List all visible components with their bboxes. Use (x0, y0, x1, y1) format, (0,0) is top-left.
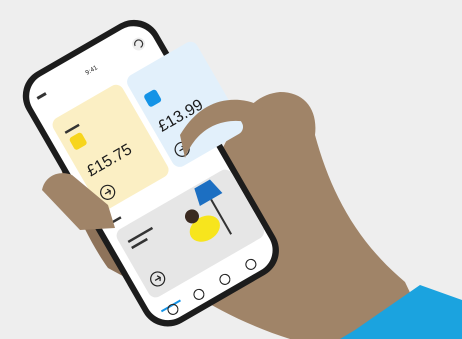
illustration-scene: 9:41 £15.75 £13.99 (0, 0, 462, 339)
hand-holding-phone-illustration: 9:41 £15.75 £13.99 (22, 19, 462, 339)
